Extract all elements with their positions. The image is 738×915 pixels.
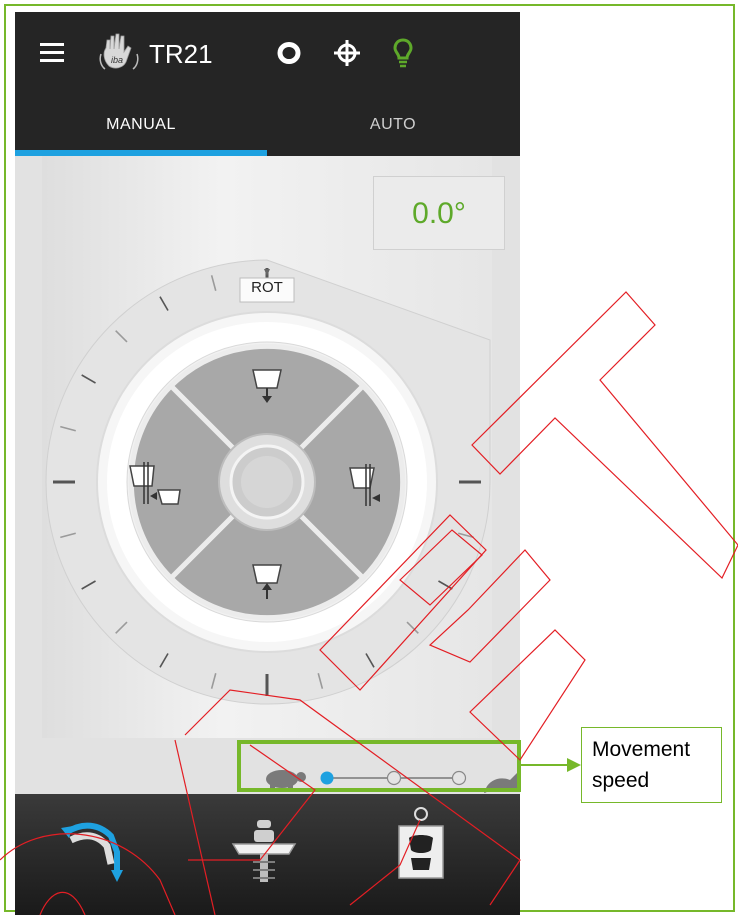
red-annotation-marks bbox=[0, 291, 738, 915]
